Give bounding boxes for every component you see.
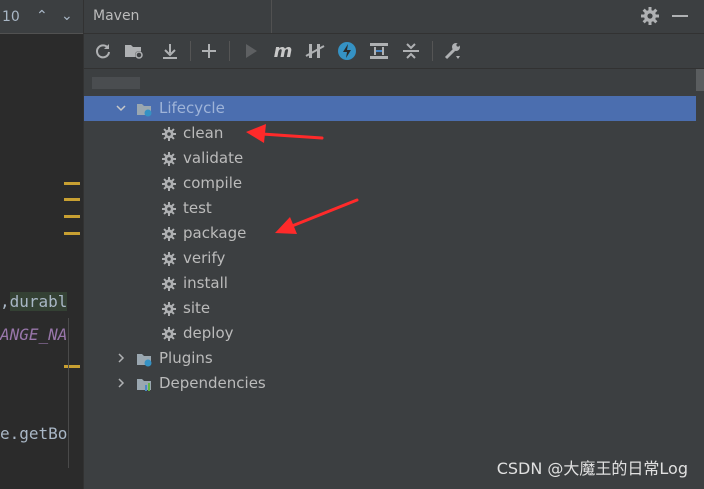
tree-node-label: Plugins	[159, 349, 213, 367]
code-line[interactable]: e.getBo	[0, 424, 67, 443]
goal-label: test	[183, 199, 212, 217]
show-dependencies-icon[interactable]	[368, 40, 390, 62]
code-editor-strip: 10 ⌃ ⌄ ,durabl ANGE_NA e.getBo	[0, 0, 84, 489]
change-marker	[64, 182, 80, 185]
code-line[interactable]: ANGE_NA	[0, 325, 67, 344]
editor-toolbar: 10 ⌃ ⌄	[0, 0, 83, 34]
gear-icon	[162, 277, 176, 291]
chevron-right-icon[interactable]	[116, 353, 126, 363]
toggle-offline-icon[interactable]	[304, 40, 326, 62]
tree-node-dependencies[interactable]: Dependencies	[84, 371, 696, 396]
lifecycle-goal-compile[interactable]: compile	[84, 171, 696, 196]
tree-node-lifecycle[interactable]: Lifecycle	[84, 96, 696, 121]
chevron-up-icon[interactable]: ⌃	[36, 8, 48, 24]
minimize-icon[interactable]	[672, 15, 688, 17]
code-text: ,	[0, 292, 10, 311]
goal-label: install	[183, 274, 228, 292]
project-root-node-obscured[interactable]	[92, 77, 140, 89]
lifecycle-folder-icon	[137, 104, 152, 117]
lifecycle-goal-validate[interactable]: validate	[84, 146, 696, 171]
change-marker	[64, 365, 80, 368]
toolbar-divider	[229, 41, 230, 61]
change-marker	[64, 232, 80, 235]
maven-m-glyph: m	[273, 40, 293, 62]
chevron-down-icon[interactable]: ⌄	[61, 8, 73, 24]
goal-label: deploy	[183, 324, 234, 342]
lifecycle-goal-package[interactable]: package	[84, 221, 696, 246]
skip-tests-icon[interactable]	[336, 40, 358, 62]
collapse-all-icon[interactable]	[400, 40, 422, 62]
goal-label: site	[183, 299, 211, 317]
indent-guide	[68, 318, 69, 468]
maven-settings-wrench-icon[interactable]	[442, 40, 464, 62]
gear-icon	[162, 152, 176, 166]
lifecycle-goal-deploy[interactable]: deploy	[84, 321, 696, 346]
maven-toolbar: m	[84, 34, 704, 69]
lifecycle-goal-install[interactable]: install	[84, 271, 696, 296]
settings-gear-icon[interactable]	[639, 5, 661, 27]
chevron-right-icon[interactable]	[116, 378, 126, 388]
download-icon[interactable]	[159, 40, 181, 62]
gear-icon	[162, 202, 176, 216]
watermark-text: CSDN @大魔王的日常Log	[496, 459, 688, 478]
lifecycle-goal-clean[interactable]: clean	[84, 121, 696, 146]
reimport-folder-icon[interactable]	[123, 40, 145, 62]
gear-icon	[162, 327, 176, 341]
tree-node-label: Lifecycle	[159, 99, 225, 117]
toolbar-divider	[432, 41, 433, 61]
reload-icon[interactable]	[92, 40, 114, 62]
maven-project-tree: Lifecycle clean validate compile test pa…	[84, 69, 704, 489]
change-marker	[64, 215, 80, 218]
gear-icon	[162, 252, 176, 266]
goal-label: validate	[183, 149, 244, 167]
plugins-folder-icon	[137, 354, 152, 367]
vertical-scrollbar[interactable]	[696, 69, 704, 91]
goal-label: compile	[183, 174, 243, 192]
header-divider	[271, 0, 272, 33]
maven-panel: Maven m Lifecycle clean validate compile…	[84, 0, 704, 489]
toolbar-divider	[190, 41, 191, 61]
dependencies-folder-icon	[137, 379, 151, 391]
goal-label: package	[183, 224, 247, 242]
lifecycle-goal-test[interactable]: test	[84, 196, 696, 221]
code-highlight: durabl	[9, 292, 68, 311]
add-icon[interactable]	[198, 40, 220, 62]
gear-icon	[162, 177, 176, 191]
gear-icon	[162, 127, 176, 141]
change-marker	[64, 198, 80, 201]
lifecycle-goal-site[interactable]: site	[84, 296, 696, 321]
tree-node-plugins[interactable]: Plugins	[84, 346, 696, 371]
line-number-indicator: 10	[2, 9, 20, 25]
tree-node-label: Dependencies	[159, 374, 266, 392]
goal-label: clean	[183, 124, 224, 142]
code-line[interactable]: ,durabl	[0, 292, 68, 311]
gear-icon	[162, 227, 176, 241]
goal-label: verify	[183, 249, 226, 267]
chevron-down-icon[interactable]	[116, 103, 126, 113]
lifecycle-goal-verify[interactable]: verify	[84, 246, 696, 271]
panel-title: Maven	[93, 8, 140, 24]
execute-goal-icon[interactable]: m	[272, 40, 294, 62]
run-icon[interactable]	[240, 40, 262, 62]
gear-icon	[162, 302, 176, 316]
maven-header: Maven	[84, 0, 704, 34]
